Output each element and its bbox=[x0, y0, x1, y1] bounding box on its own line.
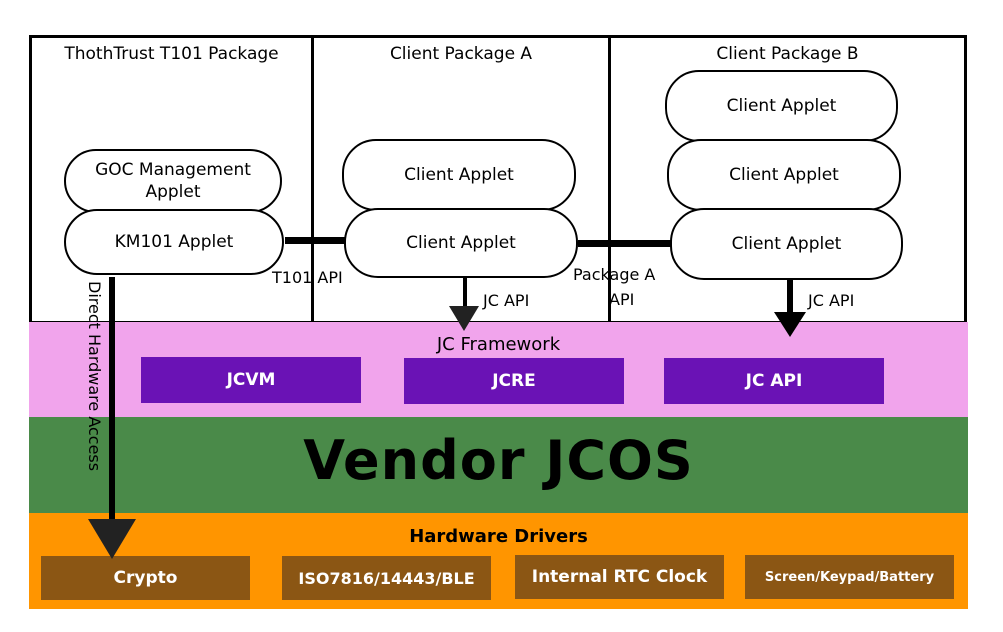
package-a-api-label-line1: Package A bbox=[573, 265, 656, 284]
jc-api-label-a: JC API bbox=[483, 291, 530, 310]
applet-label: Client Applet bbox=[731, 234, 842, 254]
component-label: ISO7816/14443/BLE bbox=[298, 568, 475, 588]
applet-label: GOC Management Applet bbox=[95, 160, 251, 202]
package-a-api-connector bbox=[578, 240, 672, 247]
component-label: Internal RTC Clock bbox=[531, 567, 708, 587]
applet-label: Client Applet bbox=[729, 165, 839, 185]
jcre-component[interactable]: JCRE bbox=[404, 358, 624, 404]
applet-label: KM101 Applet bbox=[114, 232, 234, 252]
component-label: Screen/Keypad/Battery bbox=[764, 569, 935, 585]
package-title: ThothTrust T101 Package bbox=[64, 44, 279, 64]
direct-hardware-access-label: Direct Hardware Access bbox=[85, 281, 104, 472]
t101-api-label: T101 API bbox=[272, 268, 343, 287]
component-label: JCRE bbox=[492, 371, 536, 391]
client-a-applet-bottom[interactable]: Client Applet bbox=[344, 208, 578, 278]
goc-management-applet[interactable]: GOC Management Applet bbox=[64, 149, 282, 213]
client-a-applet-top[interactable]: Client Applet bbox=[342, 139, 576, 211]
package-title: Client Package A bbox=[389, 44, 533, 64]
iso7816-14443-ble-driver[interactable]: ISO7816/14443/BLE bbox=[282, 556, 491, 600]
package-title: Client Package B bbox=[716, 44, 859, 64]
applet-label: Client Applet bbox=[406, 233, 516, 253]
jc-framework-title: JC Framework bbox=[436, 334, 561, 355]
client-b-applet-top[interactable]: Client Applet bbox=[665, 70, 898, 142]
applet-label: Client Applet bbox=[726, 96, 837, 116]
client-b-applet-middle[interactable]: Client Applet bbox=[667, 139, 901, 211]
screen-keypad-battery-driver[interactable]: Screen/Keypad/Battery bbox=[745, 555, 954, 599]
t101-api-connector bbox=[285, 237, 345, 244]
component-label: JC API bbox=[745, 371, 803, 391]
jcvm-component[interactable]: JCVM bbox=[141, 357, 361, 403]
crypto-driver[interactable]: Crypto bbox=[41, 556, 250, 600]
client-b-applet-bottom[interactable]: Client Applet bbox=[670, 208, 903, 280]
component-label: Crypto bbox=[113, 568, 178, 588]
applet-label: Client Applet bbox=[404, 165, 514, 185]
hardware-drivers-title: Hardware Drivers bbox=[409, 526, 588, 547]
vendor-jcos-layer: Vendor JCOS bbox=[29, 417, 968, 513]
jc-api-component[interactable]: JC API bbox=[664, 358, 884, 404]
component-label: JCVM bbox=[226, 370, 276, 390]
internal-rtc-clock-driver[interactable]: Internal RTC Clock bbox=[515, 555, 724, 599]
jc-api-label-b: JC API bbox=[808, 291, 855, 310]
vendor-jcos-title: Vendor JCOS bbox=[303, 429, 694, 492]
km101-applet[interactable]: KM101 Applet bbox=[64, 209, 284, 275]
package-a-api-label-line2: API bbox=[609, 290, 635, 309]
